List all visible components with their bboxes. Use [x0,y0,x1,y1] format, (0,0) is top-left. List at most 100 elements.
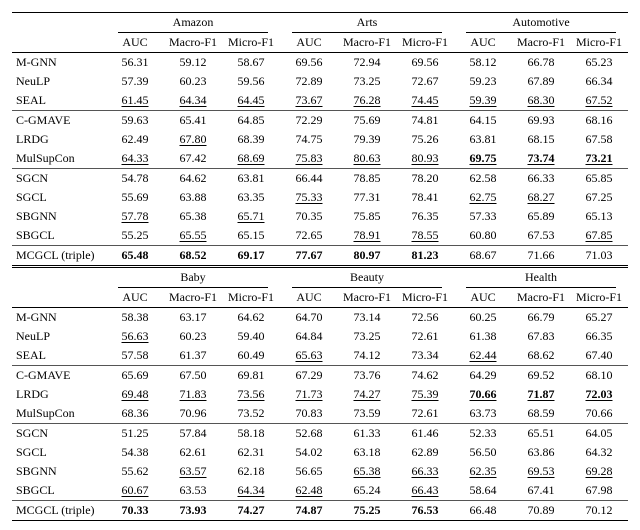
metric-header: Macro-F1 [338,288,396,308]
metric-header: Micro-F1 [222,288,280,308]
value-cell: 74.12 [338,346,396,366]
method-name: SEAL [12,91,106,111]
value-cell: 74.45 [396,91,454,111]
value-cell: 58.64 [454,481,512,501]
value-cell: 59.12 [164,53,222,73]
corner-blank [12,288,106,308]
value-cell: 80.97 [338,246,396,267]
value-cell: 59.40 [222,327,280,346]
value-cell: 56.65 [280,462,338,481]
value-cell: 65.55 [164,226,222,246]
value-cell: 64.85 [222,111,280,131]
value-cell: 66.44 [280,169,338,189]
value-cell: 73.59 [338,404,396,424]
value-cell: 81.23 [396,246,454,267]
value-cell: 67.42 [164,149,222,169]
metric-header: Micro-F1 [396,288,454,308]
value-cell: 65.41 [164,111,222,131]
value-cell: 51.25 [106,424,164,444]
metric-header: Micro-F1 [570,288,628,308]
value-cell: 70.83 [280,404,338,424]
value-cell: 54.02 [280,443,338,462]
metric-header: Micro-F1 [222,33,280,53]
value-cell: 75.69 [338,111,396,131]
value-cell: 65.38 [338,462,396,481]
value-cell: 74.27 [222,501,280,521]
value-cell: 75.39 [396,385,454,404]
value-cell: 65.69 [106,366,164,386]
value-cell: 57.78 [106,207,164,226]
value-cell: 72.67 [396,72,454,91]
dataset-header: Automotive [454,13,628,34]
value-cell: 78.41 [396,188,454,207]
value-cell: 65.89 [512,207,570,226]
dataset-name: Baby [118,268,268,288]
dataset-header: Baby [106,267,280,289]
method-name: MCGCL (triple) [12,501,106,521]
value-cell: 64.05 [570,424,628,444]
dataset-header: Beauty [280,267,454,289]
metric-header: AUC [280,33,338,53]
value-cell: 67.41 [512,481,570,501]
value-cell: 71.66 [512,246,570,267]
value-cell: 59.63 [106,111,164,131]
value-cell: 68.39 [222,130,280,149]
value-cell: 70.66 [570,404,628,424]
value-cell: 65.27 [570,308,628,328]
method-name: SBGCL [12,481,106,501]
value-cell: 62.58 [454,169,512,189]
value-cell: 64.45 [222,91,280,111]
value-cell: 59.39 [454,91,512,111]
value-cell: 68.36 [106,404,164,424]
value-cell: 62.18 [222,462,280,481]
corner-blank [12,33,106,53]
value-cell: 78.55 [396,226,454,246]
value-cell: 70.96 [164,404,222,424]
method-name: SBGNN [12,207,106,226]
metric-header: AUC [106,288,164,308]
method-name: NeuLP [12,327,106,346]
metric-header: Micro-F1 [570,33,628,53]
value-cell: 63.17 [164,308,222,328]
value-cell: 72.65 [280,226,338,246]
value-cell: 59.23 [454,72,512,91]
value-cell: 69.53 [512,462,570,481]
corner-blank [12,13,106,34]
value-cell: 75.25 [338,501,396,521]
value-cell: 73.76 [338,366,396,386]
value-cell: 63.53 [164,481,222,501]
value-cell: 60.67 [106,481,164,501]
value-cell: 59.56 [222,72,280,91]
value-cell: 69.75 [454,149,512,169]
value-cell: 76.53 [396,501,454,521]
value-cell: 69.17 [222,246,280,267]
method-name: SGCN [12,169,106,189]
value-cell: 67.52 [570,91,628,111]
value-cell: 68.30 [512,91,570,111]
value-cell: 63.81 [222,169,280,189]
value-cell: 65.63 [280,346,338,366]
dataset-header: Health [454,267,628,289]
value-cell: 73.74 [512,149,570,169]
value-cell: 58.38 [106,308,164,328]
metric-header: Macro-F1 [338,33,396,53]
value-cell: 52.68 [280,424,338,444]
value-cell: 73.93 [164,501,222,521]
value-cell: 65.51 [512,424,570,444]
value-cell: 77.31 [338,188,396,207]
value-cell: 73.14 [338,308,396,328]
metric-header: AUC [280,288,338,308]
value-cell: 64.29 [454,366,512,386]
value-cell: 64.33 [106,149,164,169]
value-cell: 63.57 [164,462,222,481]
value-cell: 62.48 [280,481,338,501]
method-name: M-GNN [12,53,106,73]
value-cell: 64.62 [164,169,222,189]
value-cell: 52.33 [454,424,512,444]
value-cell: 68.59 [512,404,570,424]
method-name: SGCL [12,443,106,462]
method-name: MulSupCon [12,404,106,424]
value-cell: 65.23 [570,53,628,73]
value-cell: 79.39 [338,130,396,149]
value-cell: 72.03 [570,385,628,404]
